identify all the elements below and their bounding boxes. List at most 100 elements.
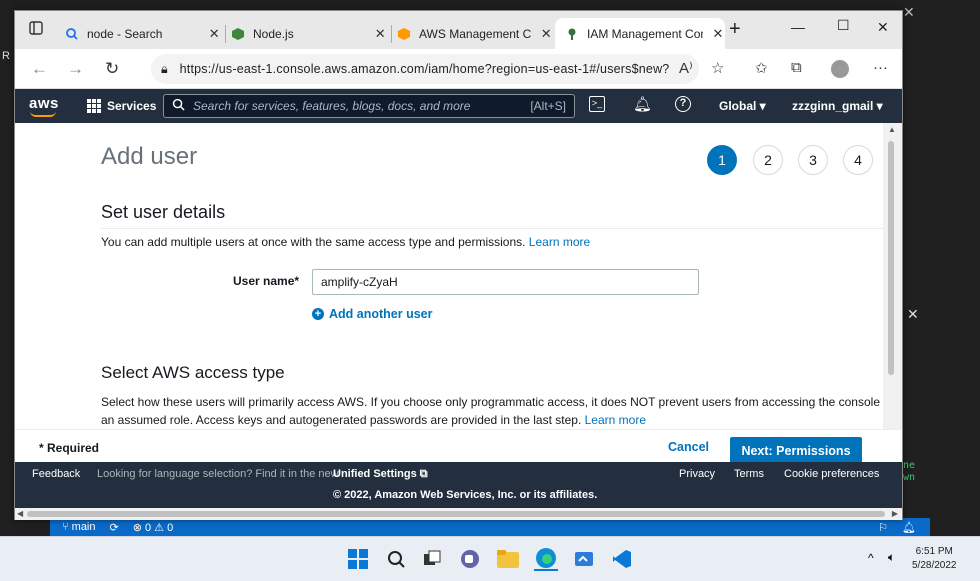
set-user-details-heading: Set user details <box>101 202 226 222</box>
read-aloud-icon[interactable]: A⁾ <box>679 59 693 77</box>
unified-settings-link[interactable]: Unified Settings ⧉ <box>333 468 428 481</box>
plus-circle-icon: + <box>312 308 324 320</box>
access-type-heading: Select AWS access type <box>101 363 285 382</box>
privacy-link[interactable]: Privacy <box>679 468 715 480</box>
aws-footer: Feedback Looking for language selection?… <box>15 462 902 508</box>
terms-link[interactable]: Terms <box>734 468 764 480</box>
task-view-icon[interactable] <box>420 547 444 571</box>
clock[interactable]: 6:51 PM 5/28/2022 <box>912 545 957 573</box>
step-2[interactable]: 2 <box>753 145 783 175</box>
copyright: © 2022, Amazon Web Services, Inc. or its… <box>333 489 598 501</box>
favorites-icon[interactable]: ✩ <box>755 59 768 77</box>
chevron-up-icon[interactable]: ^ <box>868 551 874 565</box>
services-menu[interactable]: Services <box>107 99 156 113</box>
windows-start-icon[interactable] <box>346 547 370 571</box>
learn-more-link[interactable]: Learn more <box>529 235 590 249</box>
file-explorer-icon[interactable] <box>496 547 520 571</box>
wizard-footer: * Required Cancel Next: Permissions <box>15 429 902 464</box>
teams-chat-icon[interactable] <box>458 547 482 571</box>
close-icon[interactable]: ✕ <box>539 26 553 42</box>
help-icon[interactable]: ? <box>675 96 691 112</box>
lock-icon: 🔒︎ <box>161 61 168 76</box>
taskbar: ^ 🔈︎ 6:51 PM 5/28/2022 <box>0 536 980 581</box>
azure-app-icon[interactable] <box>572 547 596 571</box>
account-menu[interactable]: zzzginn_gmail ▾ <box>792 99 883 113</box>
forward-icon[interactable]: → <box>67 59 84 79</box>
maximize-icon[interactable]: ☐ <box>837 17 850 34</box>
tab-nodejs[interactable]: Node.js ✕ <box>221 18 387 49</box>
bell-icon[interactable]: 🔔︎ <box>902 521 916 534</box>
search-icon[interactable] <box>384 547 408 571</box>
cancel-button[interactable]: Cancel <box>668 440 709 454</box>
bell-icon[interactable]: 🔔︎ <box>633 95 652 113</box>
close-icon[interactable]: ✕ <box>903 4 915 21</box>
iam-icon <box>565 27 579 41</box>
nodejs-icon <box>231 27 245 41</box>
terminal-text: ne wn <box>903 460 916 483</box>
address-bar: ← → ↻ 🔒︎ https://us-east-1.console.aws.a… <box>15 49 902 89</box>
scroll-left-icon[interactable]: ◀ <box>17 509 23 518</box>
edge-browser-icon[interactable] <box>534 547 558 571</box>
git-branch-icon[interactable]: ⑂ main <box>62 521 96 533</box>
background-window-right: ✕ ✕ ne wn <box>903 0 980 536</box>
learn-more-link[interactable]: Learn more <box>585 413 646 427</box>
refresh-icon[interactable]: ↻ <box>105 59 119 79</box>
horizontal-scrollbar[interactable]: ◀ ▶ <box>15 508 902 520</box>
new-tab-icon[interactable]: + <box>729 19 741 39</box>
close-icon[interactable]: ✕ <box>907 306 919 323</box>
tab-aws-management-console[interactable]: AWS Management Con ✕ <box>387 18 553 49</box>
problems-indicator[interactable]: ⊗ 0 ⚠ 0 <box>133 521 173 534</box>
user-name-label: User name* <box>233 274 300 288</box>
vscode-icon[interactable] <box>610 547 634 571</box>
close-icon[interactable]: ✕ <box>373 26 387 42</box>
page-title: Add user <box>101 143 198 170</box>
search-icon <box>65 27 79 41</box>
tab-strip: node - Search ✕ Node.js ✕ AWS Management… <box>15 11 902 49</box>
required-note: * Required <box>39 441 100 455</box>
cloudshell-icon[interactable]: >_ <box>589 96 605 112</box>
language-note: Looking for language selection? Find it … <box>97 468 339 480</box>
collections-icon[interactable]: ⧉ <box>791 59 802 76</box>
more-icon[interactable]: ··· <box>873 59 888 76</box>
vscode-status-bar: ⑂ main ⟳ ⊗ 0 ⚠ 0 ⚐ 🔔︎ <box>50 518 930 536</box>
close-icon[interactable]: ✕ <box>207 26 221 42</box>
profile-avatar[interactable] <box>831 60 849 78</box>
region-selector[interactable]: Global ▾ <box>719 99 766 113</box>
step-4[interactable]: 4 <box>843 145 873 175</box>
access-type-description: Select how these users will primarily ac… <box>101 395 880 427</box>
feedback-link[interactable]: Feedback <box>32 468 80 480</box>
divider <box>101 228 883 229</box>
tab-node-search[interactable]: node - Search ✕ <box>55 18 221 49</box>
scroll-up-icon[interactable]: ▲ <box>888 125 896 134</box>
add-another-user-button[interactable]: + Add another user <box>312 307 433 321</box>
aws-logo[interactable]: aws <box>29 95 59 117</box>
browser-window: node - Search ✕ Node.js ✕ AWS Management… <box>14 10 903 520</box>
next-permissions-button[interactable]: Next: Permissions <box>730 437 862 464</box>
aws-icon <box>397 27 411 41</box>
user-name-input[interactable]: amplify-cZyaH <box>312 269 699 295</box>
cookie-preferences-link[interactable]: Cookie preferences <box>784 468 879 480</box>
aws-navbar: aws Services Search for services, featur… <box>15 89 902 123</box>
services-grid-icon[interactable] <box>87 99 101 113</box>
set-user-details-description: You can add multiple users at once with … <box>101 235 591 249</box>
add-favorite-icon[interactable]: ☆ <box>711 59 724 77</box>
scroll-right-icon[interactable]: ▶ <box>892 509 898 518</box>
feedback-icon[interactable]: ⚐ <box>878 521 888 534</box>
step-3[interactable]: 3 <box>798 145 828 175</box>
step-1[interactable]: 1 <box>707 145 737 175</box>
vertical-scrollbar[interactable]: ▲ <box>883 123 902 429</box>
volume-icon[interactable]: 🔈︎ <box>888 550 895 565</box>
close-window-icon[interactable]: ✕ <box>877 19 889 36</box>
search-icon <box>172 98 185 114</box>
aws-search-input[interactable]: Search for services, features, blogs, do… <box>163 94 575 118</box>
tab-actions-icon[interactable] <box>29 21 43 38</box>
minimize-icon[interactable]: — <box>791 19 805 35</box>
sync-icon[interactable]: ⟳ <box>110 521 119 534</box>
back-icon[interactable]: ← <box>31 59 48 79</box>
main-content: Add user 1 2 3 4 Set user details You ca… <box>15 123 883 429</box>
external-link-icon: ⧉ <box>419 468 428 480</box>
close-icon[interactable]: ✕ <box>711 26 725 42</box>
background-window-left: R <box>0 0 14 536</box>
url-field[interactable]: 🔒︎ https://us-east-1.console.aws.amazon.… <box>151 54 699 84</box>
tab-iam-management-console[interactable]: IAM Management Cons ✕ <box>555 18 725 49</box>
